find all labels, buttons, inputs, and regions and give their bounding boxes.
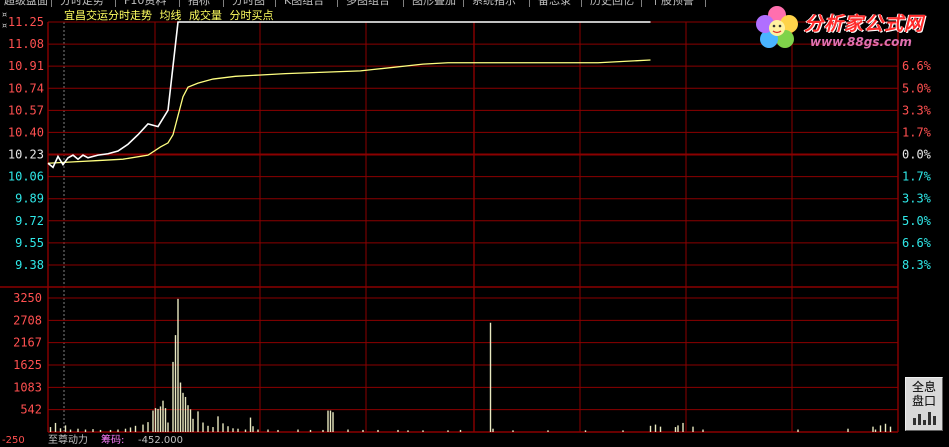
chart-title-bar: 宜昌交运分时走势 均线 成交量 分时买点 (64, 9, 278, 22)
stock-name-label: 宜昌交运分时走势 (64, 9, 152, 22)
full-info-label-line1: 全息 (911, 380, 936, 394)
price-axis-label: 10.23 (8, 148, 44, 162)
price-axis-label: 11.08 (8, 37, 44, 51)
price-axis-label: 10.74 (8, 81, 44, 95)
avg-price-line[interactable] (47, 59, 651, 164)
percent-axis-label: 5.0% (902, 214, 932, 228)
flower-logo-icon (756, 6, 798, 48)
percent-axis-label: 1.7% (902, 125, 932, 139)
percent-axis-label: 1.7% (902, 170, 932, 184)
intraday-chart[interactable]: 11.25 11.08 10.91 10.74 10.57 10.40 10.23 10.06… (0, 0, 949, 447)
logo-text: 分析家公式网 (804, 13, 925, 35)
indicator-left-value: -250 (2, 435, 25, 446)
corner-marks: ¤ ¤ (2, 10, 8, 30)
percent-axis-label: 8.3% (902, 258, 932, 272)
price-axis-label: 10.06 (8, 170, 44, 184)
site-logo: 分析家公式网 www.88gs.com (752, 3, 942, 51)
price-axis-label: 10.57 (8, 103, 44, 117)
percent-axis-label: 3.3% (902, 103, 932, 117)
full-info-panel-button[interactable]: 全息 盘口 (905, 377, 943, 431)
indicator-param-label: 筹码: (101, 435, 125, 446)
percent-axis-label: 5.0% (902, 81, 932, 95)
logo-url: www.88gs.com (810, 35, 912, 49)
volume-legend[interactable]: 成交量 (189, 9, 222, 22)
price-axis-label: 9.38 (15, 258, 44, 272)
indicator-name[interactable]: 至尊动力 (48, 435, 88, 447)
price-axis-label: 9.89 (15, 192, 44, 206)
indicator-bar: -250 至尊动力 筹码: -452.000 (0, 435, 900, 447)
volume-axis-label: 1083 (13, 380, 42, 394)
full-info-label-line2: 盘口 (911, 394, 936, 408)
percent-axis-label: 0.0% (902, 148, 932, 162)
volume-axis-label: 2708 (13, 313, 42, 327)
percent-axis-label: 6.6% (902, 59, 932, 73)
indicator-param-value: -452.000 (138, 435, 183, 446)
price-axis-label: 9.72 (15, 214, 44, 228)
volume-axis-label: 2167 (13, 336, 42, 350)
percent-axis-label: 6.6% (902, 236, 932, 250)
price-axis-label: 11.25 (8, 15, 44, 29)
volume-axis-label: 542 (20, 403, 42, 417)
volume-axis-label: 1625 (13, 358, 42, 372)
price-axis-label: 10.40 (8, 125, 44, 139)
trade-points-legend[interactable]: 分时买点 (230, 9, 274, 22)
price-axis-label: 9.55 (15, 236, 44, 250)
avg-line-legend[interactable]: 均线 (160, 9, 182, 22)
volume-axis-label: 3250 (13, 291, 42, 305)
percent-axis-label: 3.3% (902, 192, 932, 206)
price-axis-label: 10.91 (8, 59, 44, 73)
bar-chart-icon (913, 412, 936, 425)
